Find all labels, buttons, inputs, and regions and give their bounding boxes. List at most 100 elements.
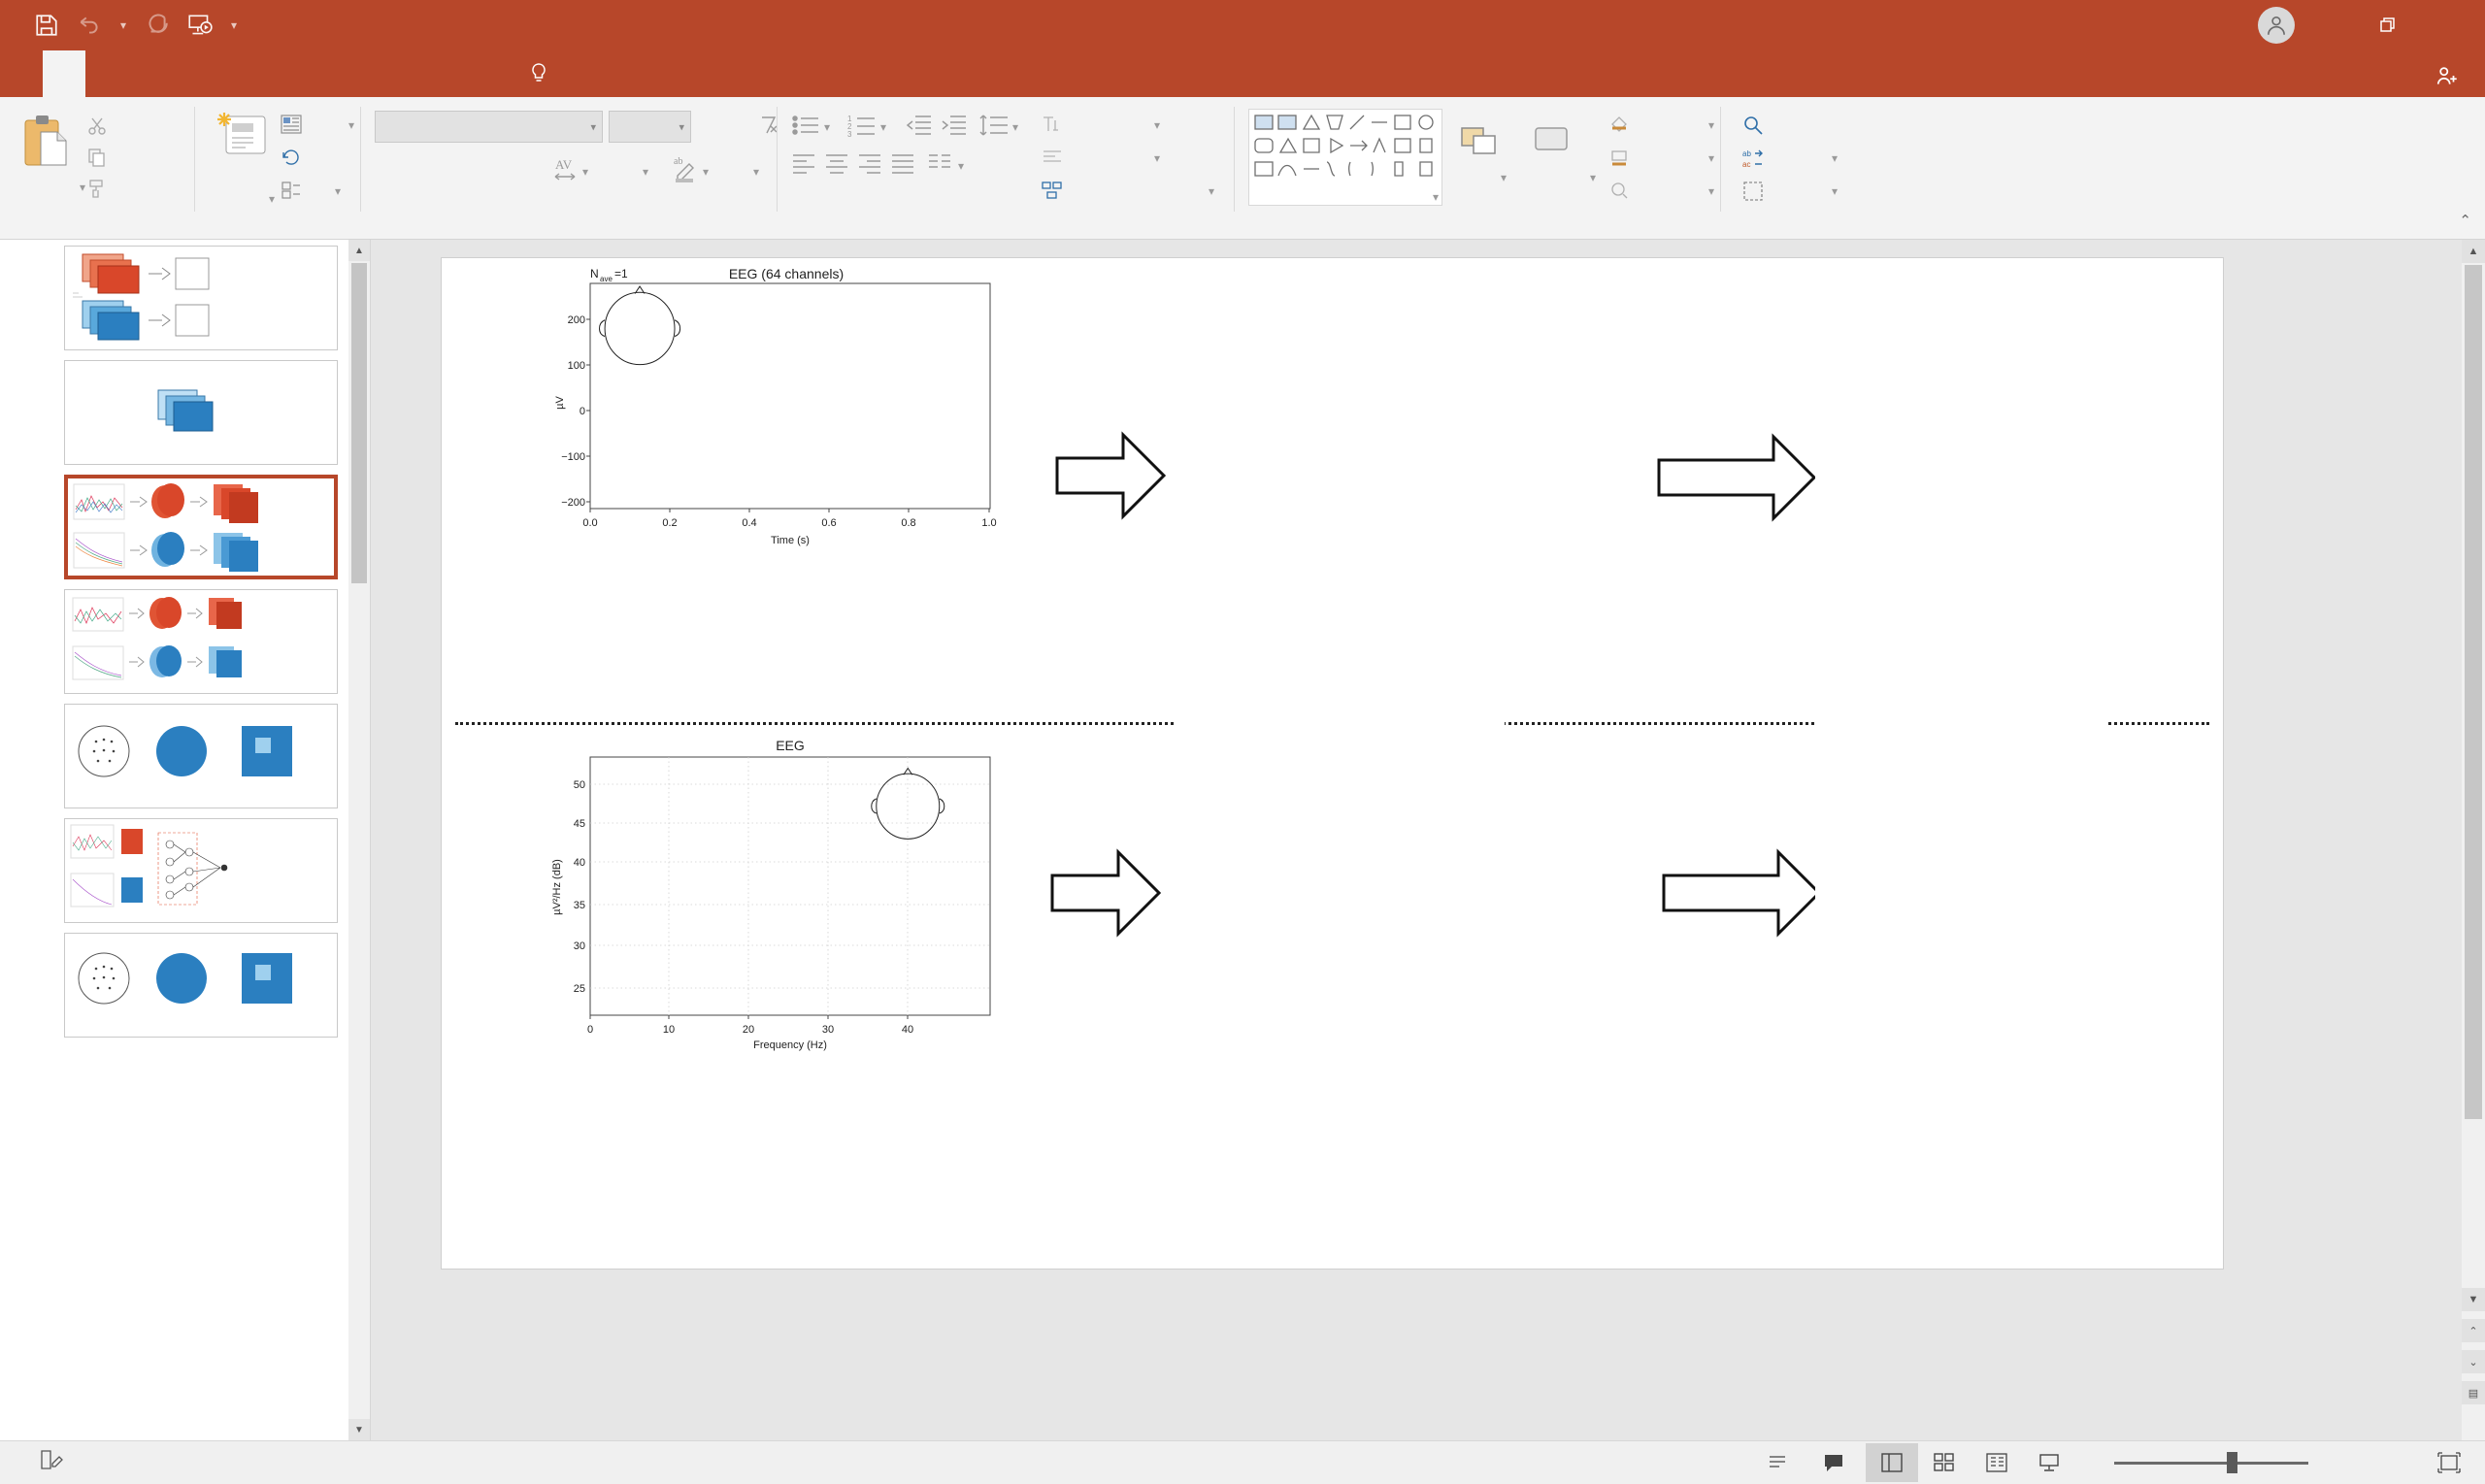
- save-icon[interactable]: [27, 6, 66, 45]
- ribbon-collapse-chevron-up-icon[interactable]: ⌃: [2459, 212, 2471, 229]
- power-distribution-stack[interactable]: [1175, 685, 1505, 976]
- tab-help[interactable]: [470, 50, 513, 97]
- decrease-indent-icon[interactable]: [906, 113, 933, 143]
- font-name-combo[interactable]: ▾: [375, 111, 603, 143]
- layout-chevron-down-icon[interactable]: ▾: [348, 118, 354, 132]
- quick-styles-chevron-down-icon[interactable]: ▾: [1590, 171, 1596, 184]
- reading-view-button[interactable]: [1971, 1443, 2023, 1482]
- shape-effects-icon[interactable]: [1609, 181, 1629, 205]
- tab-home[interactable]: [43, 50, 85, 97]
- tab-review[interactable]: [342, 50, 384, 97]
- search-icon[interactable]: [1742, 115, 1764, 141]
- increase-indent-icon[interactable]: [941, 113, 968, 143]
- scrollbar-thumb[interactable]: [351, 263, 367, 583]
- thumbnail-slide[interactable]: [64, 818, 338, 923]
- canvas-scroll-down-arrow-icon[interactable]: ▼: [2462, 1288, 2485, 1311]
- tab-design[interactable]: [128, 50, 171, 97]
- line-spacing-icon[interactable]: [979, 113, 1009, 143]
- format-painter-icon[interactable]: [87, 179, 107, 203]
- canvas-scrollbar-thumb[interactable]: [2465, 265, 2482, 1119]
- canvas-scrollbar[interactable]: ▲ ▼ ⌃ ⌄ ▤: [2462, 240, 2485, 1440]
- thumbnail-slide-selected[interactable]: [64, 475, 338, 579]
- customize-qat-chevron-down-icon[interactable]: ▾: [223, 6, 245, 45]
- next-slide-button[interactable]: ⌄: [2462, 1350, 2485, 1373]
- align-center-icon[interactable]: [824, 151, 849, 180]
- comments-button[interactable]: [1809, 1443, 1866, 1482]
- thumbnail-slide[interactable]: [64, 246, 338, 350]
- chart-eeg-frequency-domain[interactable]: EEG 50 45 40 35 30 25 µV²/Hz (dB) 0 10 20: [544, 734, 1000, 1054]
- thumbnail-row-131[interactable]: [0, 704, 370, 808]
- columns-chevron-down-icon[interactable]: ▾: [958, 159, 964, 173]
- tab-insert[interactable]: [85, 50, 128, 97]
- font-color-chevron-down-icon[interactable]: ▾: [753, 165, 759, 179]
- thumbnail-slide[interactable]: [64, 704, 338, 808]
- reset-icon[interactable]: [281, 148, 302, 172]
- numbering-chevron-down-icon[interactable]: ▾: [880, 120, 886, 134]
- replace-chevron-down-icon[interactable]: ▾: [1832, 151, 1838, 165]
- normal-view-button[interactable]: [1866, 1443, 1918, 1482]
- section-icon[interactable]: [281, 181, 302, 205]
- amplitude-distribution-stack[interactable]: [1179, 268, 1509, 559]
- highlight-chevron-down-icon[interactable]: ▾: [703, 165, 709, 179]
- bullets-chevron-down-icon[interactable]: ▾: [824, 120, 830, 134]
- new-slide-chevron-down-icon[interactable]: ▾: [269, 192, 275, 206]
- text-direction-chevron-down-icon[interactable]: ▾: [1154, 118, 1160, 132]
- convert-smartart-icon[interactable]: [1042, 181, 1063, 205]
- slideshow-view-button[interactable]: [2023, 1443, 2075, 1482]
- thumbnail-row-128[interactable]: [0, 360, 370, 465]
- tab-view[interactable]: [384, 50, 427, 97]
- thumbnail-row-130[interactable]: [0, 589, 370, 694]
- align-right-icon[interactable]: [857, 151, 882, 180]
- zoom-slider[interactable]: [2108, 1443, 2314, 1482]
- chart-eeg-time-domain[interactable]: EEG (64 channels) N ave =1 200 100 0 −100 −…: [544, 262, 1000, 551]
- section-chevron-down-icon[interactable]: ▾: [335, 184, 341, 198]
- replace-icon[interactable]: ab ac: [1742, 148, 1764, 174]
- thumbnail-row-129[interactable]: [0, 475, 370, 579]
- change-case-chevron-down-icon[interactable]: ▾: [643, 165, 648, 179]
- scroll-down-arrow-icon[interactable]: ▼: [348, 1419, 370, 1440]
- shape-effects-chevron-down-icon[interactable]: ▾: [1708, 184, 1714, 198]
- reset-window-button[interactable]: ▤: [2462, 1381, 2485, 1404]
- thumbnail-row-127[interactable]: [0, 246, 370, 350]
- convert-smartart-chevron-down-icon[interactable]: ▾: [1209, 184, 1214, 198]
- notes-button[interactable]: [1753, 1443, 1809, 1482]
- thumbnail-panel-scrollbar[interactable]: ▲ ▼: [348, 240, 370, 1440]
- shape-gallery[interactable]: [1248, 109, 1442, 206]
- tab-file[interactable]: [0, 50, 43, 97]
- tab-transitions[interactable]: [171, 50, 214, 97]
- slide-canvas[interactable]: EEG (64 channels) N ave =1 200 100 0 −100−…: [442, 258, 2223, 1269]
- fit-slide-to-window-button[interactable]: [2423, 1443, 2475, 1482]
- slide-sorter-button[interactable]: [1918, 1443, 1971, 1482]
- tab-slideshow[interactable]: [256, 50, 299, 97]
- notes-pane[interactable]: [372, 1326, 2485, 1440]
- cut-icon[interactable]: [87, 116, 107, 141]
- tab-record[interactable]: [299, 50, 342, 97]
- select-chevron-down-icon[interactable]: ▾: [1832, 184, 1838, 198]
- redo-icon[interactable]: [138, 6, 177, 45]
- temporal-topographic-maps-stack[interactable]: [1815, 268, 2106, 559]
- align-text-chevron-down-icon[interactable]: ▾: [1154, 151, 1160, 165]
- numbering-icon[interactable]: 1 2 3: [847, 113, 877, 143]
- share-button[interactable]: [2435, 63, 2468, 94]
- thumbnail-row-132[interactable]: [0, 818, 370, 923]
- slideshow-icon[interactable]: [181, 6, 219, 45]
- paste-chevron-down-icon[interactable]: ▾: [80, 181, 85, 194]
- tab-animations[interactable]: [214, 50, 256, 97]
- font-name-chevron-down-icon[interactable]: ▾: [590, 120, 596, 133]
- close-button[interactable]: [2421, 4, 2475, 47]
- zoom-slider-handle[interactable]: [2227, 1452, 2237, 1473]
- text-direction-icon[interactable]: [1042, 115, 1063, 139]
- shape-outline-icon[interactable]: [1609, 148, 1629, 172]
- thumbnail-slide[interactable]: [64, 933, 338, 1038]
- character-spacing-icon[interactable]: AV: [551, 155, 579, 187]
- align-left-icon[interactable]: [791, 151, 816, 180]
- spellcheck-icon[interactable]: [39, 1448, 64, 1477]
- line-spacing-chevron-down-icon[interactable]: ▾: [1012, 120, 1018, 134]
- new-slide-icon[interactable]: [215, 111, 269, 164]
- columns-icon[interactable]: [927, 151, 952, 180]
- char-spacing-chevron-down-icon[interactable]: ▾: [582, 165, 588, 179]
- quick-styles-icon[interactable]: [1530, 118, 1573, 166]
- shape-fill-chevron-down-icon[interactable]: ▾: [1708, 118, 1714, 132]
- spectral-topographic-maps-stack[interactable]: [1815, 685, 2106, 976]
- minimize-button[interactable]: [2301, 4, 2355, 47]
